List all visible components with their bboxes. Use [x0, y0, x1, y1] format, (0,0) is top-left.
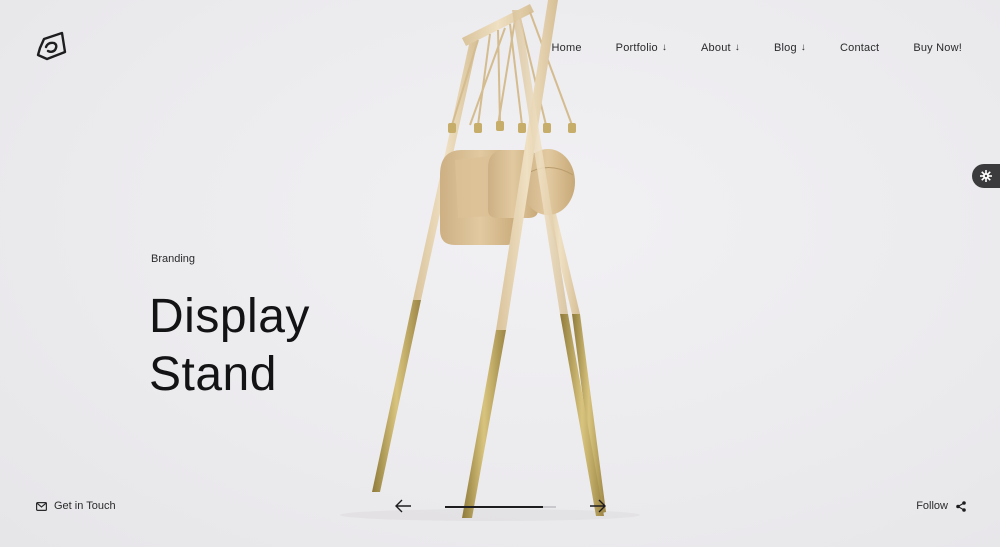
nav-item-about[interactable]: About ↓ — [701, 42, 740, 54]
hero-title-line2: Stand — [149, 348, 277, 401]
settings-toggle-button[interactable] — [972, 164, 1000, 188]
mail-icon — [36, 501, 47, 511]
hero-category: Branding — [151, 253, 196, 265]
brand-logo[interactable] — [34, 28, 70, 64]
nav-item-buy-now[interactable]: Buy Now! — [913, 42, 962, 54]
hero-title: Display Stand — [149, 288, 310, 404]
hero-product-image — [340, 0, 640, 521]
get-in-touch-link[interactable]: Get in Touch — [36, 500, 116, 512]
chevron-down-icon: ↓ — [661, 42, 668, 53]
chevron-down-icon: ↓ — [800, 42, 806, 53]
main-nav: Home Portfolio ↓ About ↓ Blog ↓ Contact … — [518, 42, 963, 54]
gear-icon — [980, 170, 992, 182]
get-in-touch-label: Get in Touch — [54, 500, 116, 512]
nav-item-label: Portfolio — [615, 42, 658, 54]
nav-item-label: Contact — [840, 42, 880, 54]
nav-item-label: Buy Now! — [913, 42, 962, 54]
nav-item-label: Blog — [773, 42, 797, 54]
hero-page: Home Portfolio ↓ About ↓ Blog ↓ Contact … — [0, 0, 1000, 547]
arrow-right-icon[interactable] — [589, 498, 607, 514]
slider-progress-fill — [445, 506, 543, 508]
nav-item-contact[interactable]: Contact — [840, 42, 879, 54]
hero-title-line1: Display — [149, 290, 310, 343]
nav-item-label: Home — [551, 42, 582, 54]
slider-progress — [445, 506, 556, 508]
chevron-down-icon: ↓ — [734, 42, 740, 53]
arrow-left-icon[interactable] — [394, 498, 412, 514]
nav-item-home[interactable]: Home — [552, 42, 582, 54]
nav-item-blog[interactable]: Blog ↓ — [774, 42, 806, 54]
nav-item-portfolio[interactable]: Portfolio ↓ — [616, 42, 667, 54]
share-icon — [956, 500, 966, 512]
follow-label: Follow — [916, 500, 948, 512]
nav-item-label: About — [701, 42, 731, 54]
follow-share-button[interactable]: Follow — [916, 500, 966, 512]
